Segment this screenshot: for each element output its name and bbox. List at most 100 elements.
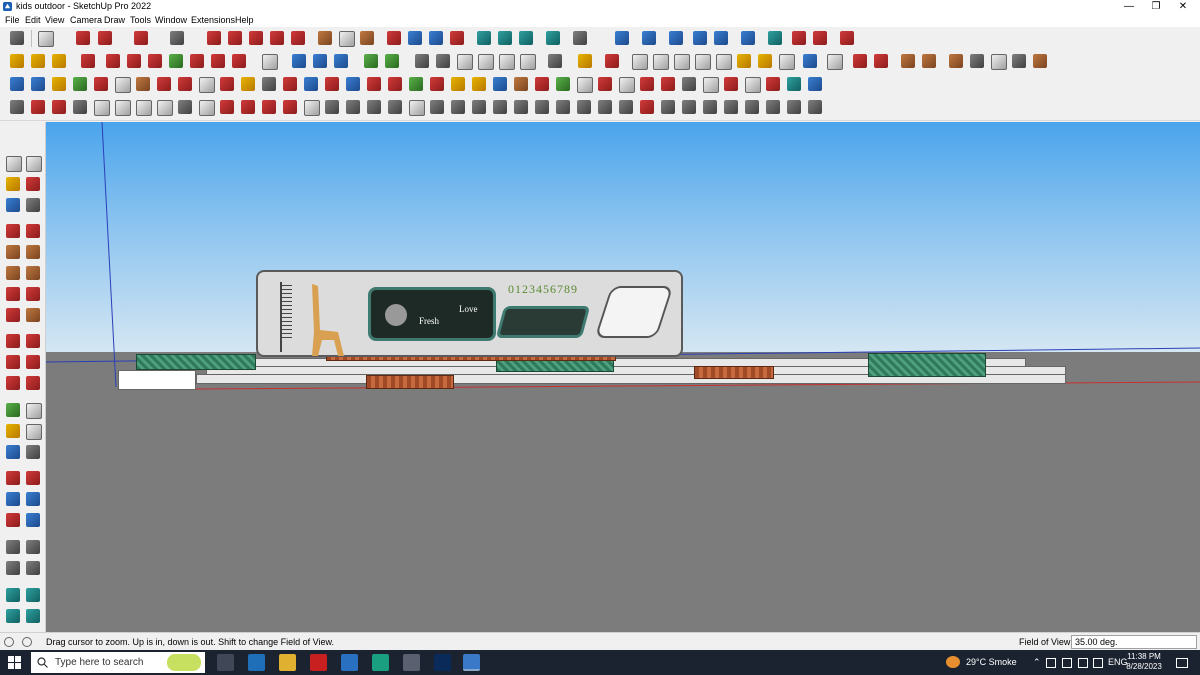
pencil-icon[interactable] — [603, 52, 621, 70]
select-tool-icon[interactable] — [4, 154, 22, 172]
zoom-extents-icon[interactable] — [448, 29, 466, 47]
network-icon[interactable] — [1078, 658, 1088, 668]
fredo-21-icon[interactable] — [428, 75, 446, 93]
shape-7-icon[interactable] — [756, 52, 774, 70]
draw-13-icon[interactable] — [260, 98, 278, 116]
fredo-25-icon[interactable] — [512, 75, 530, 93]
solid-subtract-icon[interactable] — [125, 52, 143, 70]
move-icon[interactable] — [247, 29, 265, 47]
rectangle-tool-icon[interactable] — [4, 243, 22, 261]
orbit-tool-icon[interactable] — [4, 469, 22, 487]
drape-tool-icon[interactable] — [24, 607, 42, 625]
rotate-tool-icon[interactable] — [4, 353, 22, 371]
solid-outer-shell-icon[interactable] — [209, 52, 227, 70]
menu-camera[interactable]: Camera — [70, 15, 102, 25]
volume-icon[interactable] — [1093, 658, 1103, 668]
push-pull-icon[interactable] — [205, 29, 223, 47]
outliner-icon[interactable] — [766, 29, 784, 47]
tray-app-2-icon[interactable] — [1062, 658, 1072, 668]
draw-30-icon[interactable] — [617, 98, 635, 116]
fredo-37-icon[interactable] — [764, 75, 782, 93]
move-tool-icon[interactable] — [4, 332, 22, 350]
draw-2-icon[interactable] — [29, 98, 47, 116]
orbit-icon[interactable] — [385, 29, 403, 47]
draw-25-icon[interactable] — [512, 98, 530, 116]
select-icon[interactable] — [36, 29, 54, 47]
3d-text-icon[interactable] — [24, 443, 42, 461]
flip-icon[interactable] — [739, 29, 757, 47]
shape-10-icon[interactable] — [825, 52, 843, 70]
fredo-12-icon[interactable] — [239, 75, 257, 93]
draw-38-icon[interactable] — [785, 98, 803, 116]
paint-icon[interactable] — [4, 175, 22, 193]
menu-window[interactable]: Window — [155, 15, 187, 25]
draw-35-icon[interactable] — [722, 98, 740, 116]
draw-10-icon[interactable] — [197, 98, 215, 116]
fredo-35-icon[interactable] — [722, 75, 740, 93]
calculator-icon[interactable] — [248, 654, 265, 671]
material-4-icon[interactable] — [968, 52, 986, 70]
search-model-icon[interactable] — [571, 29, 589, 47]
draw-24-icon[interactable] — [491, 98, 509, 116]
fredo-11-icon[interactable] — [218, 75, 236, 93]
eraser-tool-icon[interactable] — [24, 175, 42, 193]
tape-measure-icon[interactable] — [316, 29, 334, 47]
arc-tool-icon[interactable] — [4, 285, 22, 303]
model-viewport[interactable]: Fresh Love 0123456789 — [46, 122, 1200, 632]
pan-tool-icon[interactable] — [24, 469, 42, 487]
fredo-7-icon[interactable] — [134, 75, 152, 93]
two-point-arc-icon[interactable] — [24, 285, 42, 303]
draw-20-icon[interactable] — [407, 98, 425, 116]
fredo-32-icon[interactable] — [659, 75, 677, 93]
fredo-9-icon[interactable] — [176, 75, 194, 93]
fredo-26-icon[interactable] — [533, 75, 551, 93]
solid-trim-icon[interactable] — [146, 52, 164, 70]
fredo-2-icon[interactable] — [29, 75, 47, 93]
draw-7-icon[interactable] — [134, 98, 152, 116]
section-plane-icon[interactable] — [613, 29, 631, 47]
fredo-16-icon[interactable] — [323, 75, 341, 93]
undo-icon[interactable] — [790, 29, 808, 47]
draw-4-icon[interactable] — [71, 98, 89, 116]
draw-29-icon[interactable] — [596, 98, 614, 116]
position-camera-icon[interactable] — [4, 538, 22, 556]
draw-11-icon[interactable] — [218, 98, 236, 116]
fredo-10-icon[interactable] — [197, 75, 215, 93]
rotated-rectangle-icon[interactable] — [24, 243, 42, 261]
fredo-3-icon[interactable] — [50, 75, 68, 93]
redo-icon[interactable] — [811, 29, 829, 47]
text-tool-icon[interactable] — [24, 422, 42, 440]
draw-8-icon[interactable] — [155, 98, 173, 116]
section-cuts-icon[interactable] — [667, 29, 685, 47]
axis-icon[interactable] — [691, 29, 709, 47]
stamp-tool-icon[interactable] — [4, 607, 22, 625]
box-icon[interactable] — [50, 52, 68, 70]
fredo-38-icon[interactable] — [785, 75, 803, 93]
solid-split-icon[interactable] — [188, 52, 206, 70]
erase-all-icon[interactable] — [872, 52, 890, 70]
draw-14-icon[interactable] — [281, 98, 299, 116]
draw-31-icon[interactable] — [638, 98, 656, 116]
pie-icon[interactable] — [24, 306, 42, 324]
measurements-input[interactable]: 35.00 deg. — [1071, 635, 1197, 649]
axes-tool-icon[interactable] — [4, 443, 22, 461]
home-icon[interactable] — [455, 52, 473, 70]
shape-4-icon[interactable] — [693, 52, 711, 70]
fredo-24-icon[interactable] — [491, 75, 509, 93]
draw-34-icon[interactable] — [701, 98, 719, 116]
material-3-icon[interactable] — [947, 52, 965, 70]
material-1-icon[interactable] — [899, 52, 917, 70]
zoom-window-icon[interactable] — [24, 490, 42, 508]
close-button[interactable]: ✕ — [1168, 0, 1198, 14]
system-clock[interactable]: 11:38 PM 8/28/2023 — [1124, 652, 1164, 672]
cut-icon[interactable] — [851, 52, 869, 70]
shape-1-icon[interactable] — [630, 52, 648, 70]
scale-icon[interactable] — [289, 29, 307, 47]
material-5-icon[interactable] — [989, 52, 1007, 70]
book-icon[interactable] — [434, 52, 452, 70]
draw-18-icon[interactable] — [365, 98, 383, 116]
fredo-13-icon[interactable] — [260, 75, 278, 93]
draw-12-icon[interactable] — [239, 98, 257, 116]
store-icon[interactable] — [341, 654, 358, 671]
draw-21-icon[interactable] — [428, 98, 446, 116]
